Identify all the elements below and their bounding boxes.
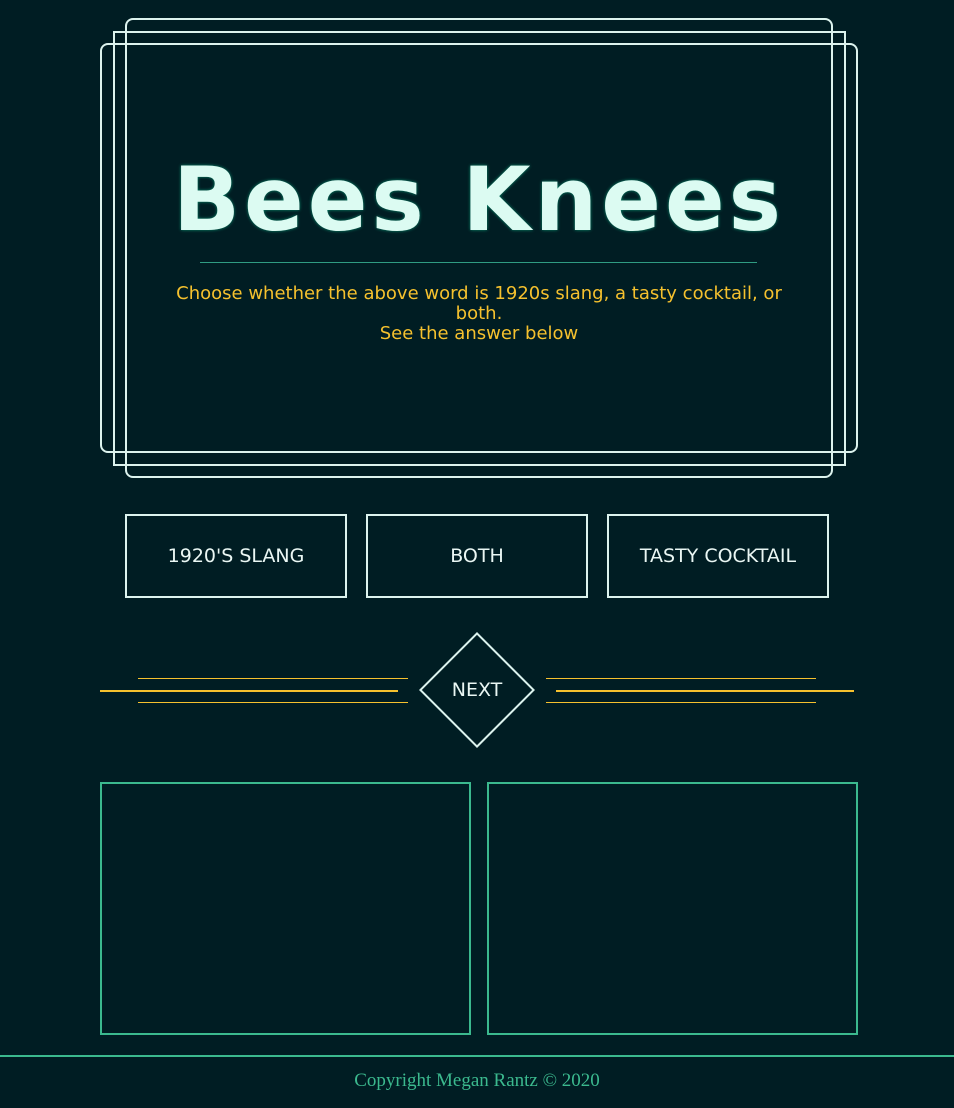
- slang-button[interactable]: 1920's Slang: [125, 514, 347, 598]
- right-divider-line-middle: [556, 690, 854, 692]
- footer-divider: [0, 1055, 954, 1057]
- right-divider-line-bottom: [546, 702, 816, 703]
- left-divider-line-middle: [100, 690, 398, 692]
- footer-copyright: Copyright Megan Rantz © 2020: [354, 1070, 600, 1091]
- answer-panel-right: [487, 782, 858, 1035]
- instructions-line-2: See the answer below: [379, 323, 579, 344]
- instructions-line-1: Choose whether the above word is 1920s s…: [176, 283, 782, 324]
- cocktail-button[interactable]: Tasty Cocktail: [607, 514, 829, 598]
- instructions-text: Choose whether the above word is 1920s s…: [168, 284, 790, 344]
- word-title: Bees Knees: [172, 148, 786, 251]
- left-divider-line-top: [138, 678, 408, 679]
- left-divider-line-bottom: [138, 702, 408, 703]
- answer-panel-left: [100, 782, 471, 1035]
- next-button[interactable]: [419, 632, 535, 748]
- title-divider: [200, 262, 757, 263]
- right-divider-line-top: [546, 678, 816, 679]
- both-button[interactable]: Both: [366, 514, 588, 598]
